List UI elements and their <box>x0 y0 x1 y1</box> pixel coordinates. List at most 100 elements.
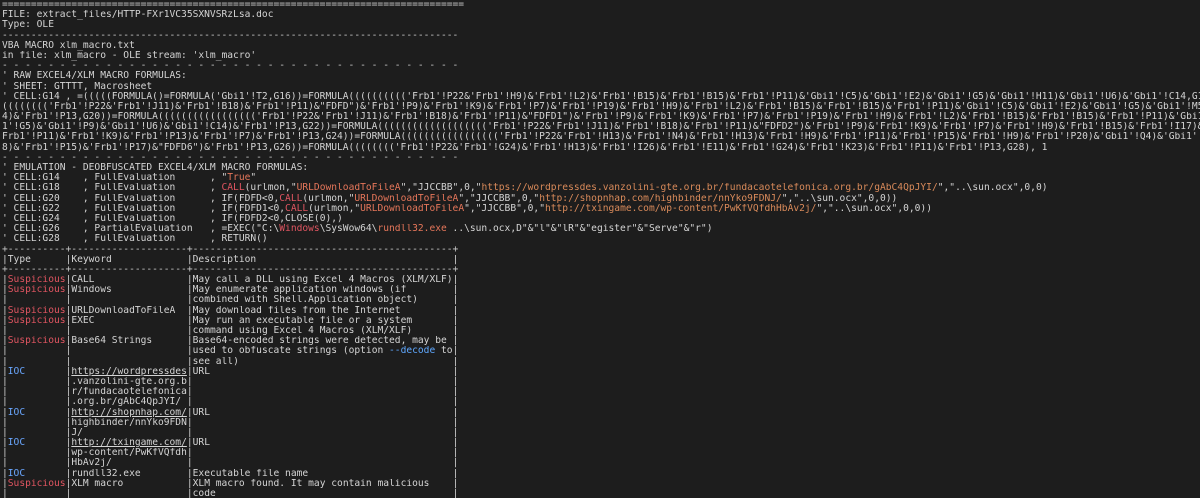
analysis-table: +----------+--------------------+-------… <box>2 245 1200 498</box>
type-cell: IOC <box>7 366 66 377</box>
table-sep: | <box>452 438 459 449</box>
table-border: +----------+--------------------+-------… <box>2 244 459 255</box>
raw-header: ' RAW EXCEL4/XLM MACRO FORMULAS: <box>2 71 187 82</box>
formula-text: (urlmon," <box>308 203 361 214</box>
keyword-cell: highbinder/nnYko9FDN <box>71 417 187 428</box>
keyword-cell: https://wordpressdes <box>71 366 187 377</box>
eval-mode: PartialEvaluation , <box>94 224 222 235</box>
description-cell: May run an executable file or a system <box>192 315 453 326</box>
cell-ref: ' CELL:G22 , <box>2 203 95 214</box>
cell-ref: ' CELL:G14 , <box>2 173 95 184</box>
table-row: | | |used to obfuscate strings (option -… <box>2 346 1200 356</box>
table-row: | | |code | <box>2 489 1200 498</box>
keyword-cell: EXEC <box>71 315 187 326</box>
keyword-cell <box>71 357 187 367</box>
emulation-line: ' CELL:G22 , FullEvaluation , IF(FDFD1<0… <box>2 204 1200 214</box>
description-cell: Base64-encoded strings were detected, ma… <box>192 336 453 347</box>
option-flag: --decode <box>389 346 436 357</box>
table-row: |Suspicious|EXEC |May run an executable … <box>2 316 1200 326</box>
type-cell: Suspicious <box>7 336 66 347</box>
keyword-cell: J/ <box>71 427 187 438</box>
emulation-header: ' EMULATION - DEOBFUSCATED EXCEL4/XLM MA… <box>2 163 309 173</box>
raw-formula-line: 1'!G5)&'Gbi1'!P9)&'Gbi1'!U6)&'Gbi1'!C14)… <box>2 122 1200 133</box>
formula-text: \SysWow64\ <box>319 224 378 235</box>
table-header-type: Type <box>7 254 66 265</box>
formula-text: ","..\sun.ocx",0,0)) <box>781 193 898 204</box>
keyword-cell: HbAv2j/ <box>71 458 187 469</box>
description-cell <box>193 418 453 428</box>
eval-mode: FullEvaluation , <box>94 203 222 214</box>
formula-text: URLDownloadToFileA <box>360 203 465 214</box>
formula-text: ..\sun.ocx,D"&"l"&"lR"&"egister"&"Serve"… <box>446 224 713 235</box>
url-text: https://wordpressdes.vanzolini-gte.org.b… <box>481 183 938 194</box>
table-sep: | <box>452 305 459 316</box>
table-sep: | <box>452 407 459 418</box>
formula-text: ","JJCCBB",0," <box>458 193 540 204</box>
short-dash-rule-2: - - - - - - - - - - - - - - - - - - - - … <box>2 152 459 163</box>
type-cell: Suspicious <box>7 305 66 316</box>
table-row: |Suspicious|URLDownloadToFileA |May down… <box>2 306 1200 316</box>
file-line: FILE: extract_files/HTTP-FXr1VC35SXNVSRz… <box>2 10 274 21</box>
short-dash-rule: - - - - - - - - - - - - - - - - - - - - … <box>2 61 459 72</box>
emulation-line: ' CELL:G28 , FullEvaluation , RETURN() <box>2 234 1200 244</box>
table-row: |IOC |http://txingame.com/|URL | <box>2 438 1200 448</box>
formula-text: ","..\sun.ocx",0,0) <box>937 183 1048 194</box>
keyword-cell <box>71 489 187 498</box>
table-row: |IOC |http://shopnhap.com/|URL | <box>2 408 1200 418</box>
description-cell: code <box>192 489 453 498</box>
table-sep: | <box>452 336 459 347</box>
raw-formulas: ' CELL:G14 , =(((((FORMULA()=FORMULA('Gb… <box>2 92 1200 153</box>
cell-ref: ' CELL:G28 , <box>2 234 95 245</box>
formula-text: (urlmon," <box>302 193 355 204</box>
top-rule: ========================================… <box>2 0 465 10</box>
description-cell <box>193 387 453 397</box>
raw-formula-line: ' CELL:G14 , =(((((FORMULA()=FORMULA('Gb… <box>2 91 1200 102</box>
type-cell <box>8 357 66 367</box>
in-file-line: in file: xlm_macro - OLE stream: 'xlm_ma… <box>2 50 257 61</box>
table-sep: | <box>452 254 459 265</box>
keyword-cell: .org.br/gAbC4QpJYI/ <box>71 397 187 408</box>
table-border: +----------+--------------------+-------… <box>2 264 459 275</box>
formula-text: ","..\sun.ocx",0,0)) <box>816 203 932 214</box>
keyword-cell: wp-content/PwKfVQfdh <box>71 448 187 459</box>
emulation-line: ' CELL:G20 , FullEvaluation , IF(FDFD<0,… <box>2 194 1200 204</box>
dash-rule: ----------------------------------------… <box>2 30 459 41</box>
table-row: |Suspicious|Windows |May enumerate appli… <box>2 285 1200 295</box>
table-sep: | <box>452 275 459 286</box>
table-row: | | |command using Excel 4 Macros (XLM/X… <box>2 326 1200 336</box>
url-text: http://txingame.com/wp-content/PwKfVQfdh… <box>544 203 817 214</box>
type-cell: Suspicious <box>7 315 66 326</box>
description-cell: combined with Shell.Application object) <box>192 295 453 306</box>
table-row: |Suspicious|Base64 Strings |Base64-encod… <box>2 336 1200 346</box>
table-row: | | |see all) | <box>2 357 1200 367</box>
formula-text: rundll32.exe <box>377 224 447 235</box>
table-row: | |highbinder/nnYko9FDN| | <box>2 418 1200 428</box>
keyword-cell: URLDownloadToFileA <box>71 305 187 316</box>
vba-macro-line: VBA MACRO xlm_macro.txt <box>2 40 135 51</box>
table-row: | |J/ | | <box>2 428 1200 438</box>
type-cell: IOC <box>7 438 66 449</box>
table-sep: | <box>452 356 459 367</box>
description-cell: May call a DLL using Excel 4 Macros (XLM… <box>192 275 453 286</box>
table-header-keyword: Keyword <box>71 254 187 265</box>
type-cell <box>8 448 66 458</box>
type-line: Type: OLE <box>2 20 54 31</box>
type-cell <box>8 387 66 397</box>
type-cell <box>8 458 66 468</box>
eval-mode: FullEvaluation , <box>94 173 222 184</box>
emulation-line: ' CELL:G18 , FullEvaluation , CALL(urlmo… <box>2 183 1200 193</box>
type-cell: IOC <box>7 468 66 479</box>
table-row: | |.vanzolini-gte.org.b| | <box>2 377 1200 387</box>
emulation-line: ' CELL:G14 , FullEvaluation , "True" <box>2 173 1200 183</box>
table-row: |Suspicious|CALL |May call a DLL using E… <box>2 275 1200 285</box>
table-sep: | <box>452 376 459 387</box>
table-sep: | <box>452 387 459 398</box>
raw-formula-line: (((((((('Frb1'!P22&'Frb1'!J11)&'Frb1'!B1… <box>2 101 1200 112</box>
type-cell: Suspicious <box>7 478 66 489</box>
formula-text: IF(FDFD2<0,CLOSE(0),) <box>221 213 343 224</box>
formula-text: CALL <box>221 183 245 194</box>
keyword-cell: http://txingame.com/ <box>71 438 187 449</box>
formula-text: URLDownloadToFileA <box>296 183 401 194</box>
table-sep: | <box>452 346 459 357</box>
description-cell: used to obfuscate strings (option --deco… <box>192 346 453 357</box>
